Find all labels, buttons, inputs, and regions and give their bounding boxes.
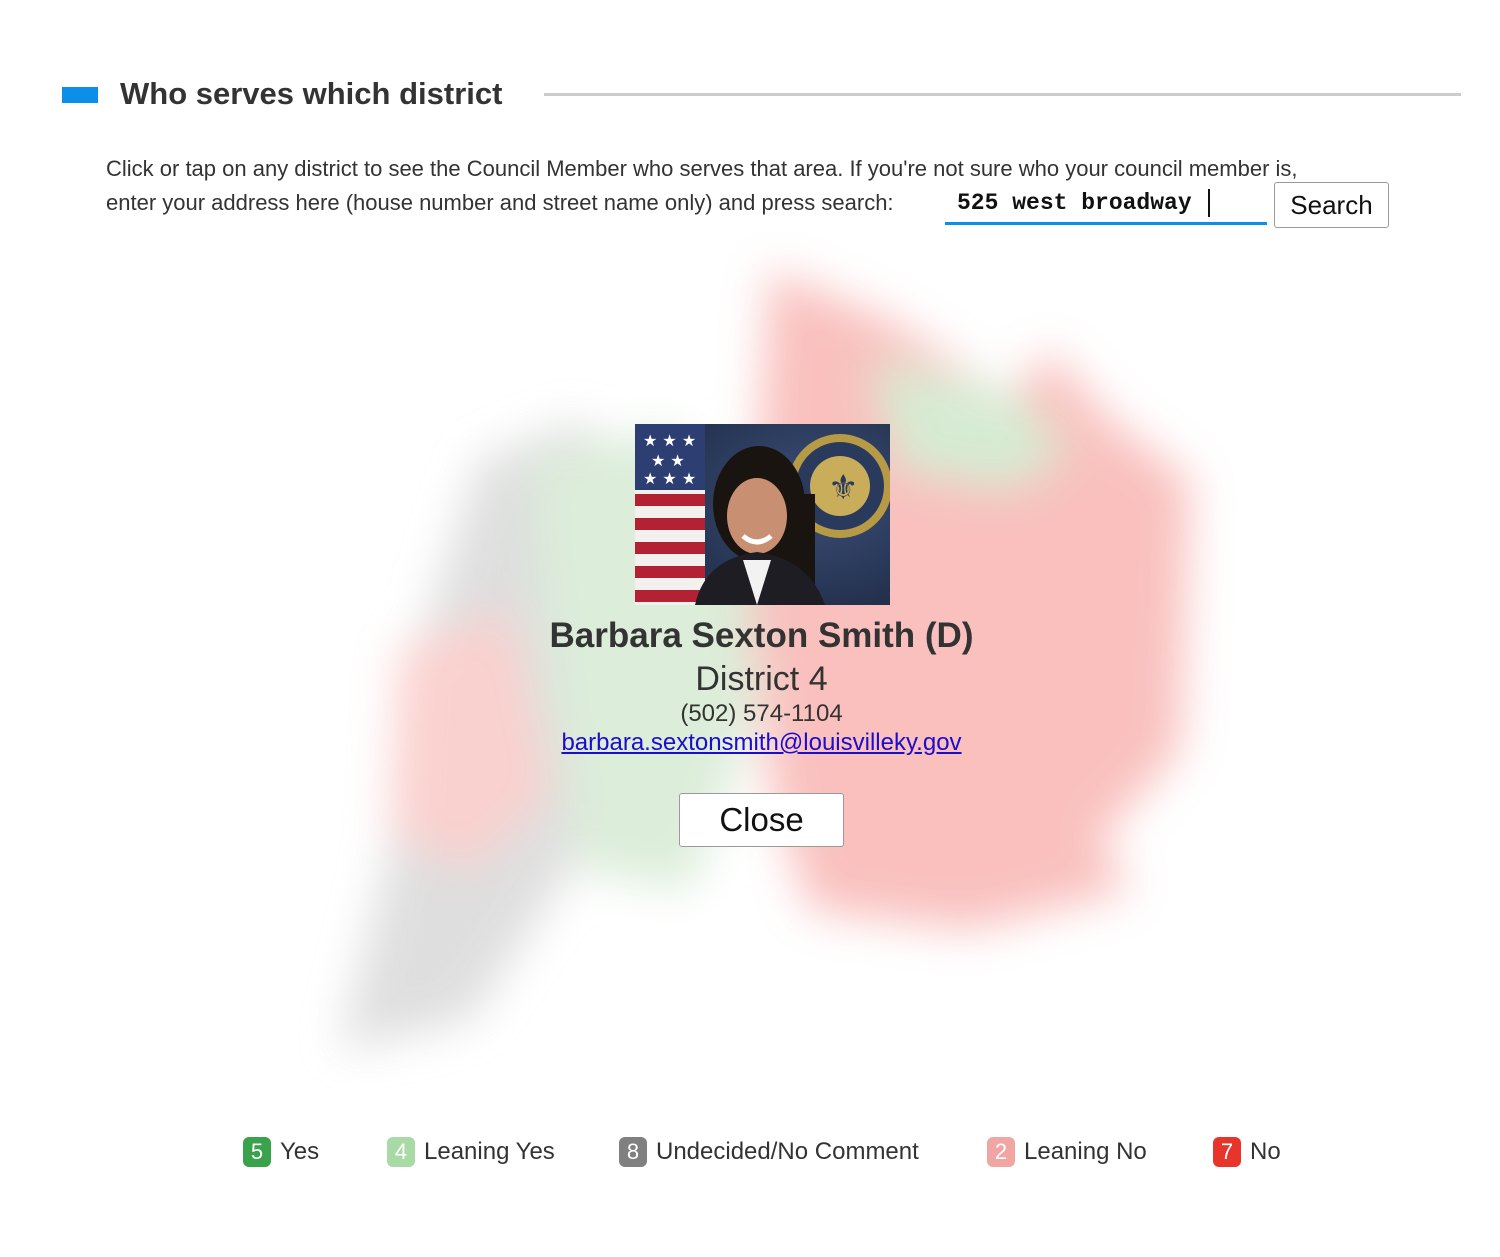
council-member-phone: (502) 574-1104 (680, 700, 843, 727)
legend-label: Leaning No (1024, 1138, 1147, 1165)
council-member-portrait: ★ ★ ★ ★ ★ ★ ★ ★ ⚜ (635, 424, 890, 605)
instructions-line-1: Click or tap on any district to see the … (106, 156, 1298, 181)
legend-label: Leaning Yes (424, 1138, 555, 1165)
legend-label: Undecided/No Comment (656, 1138, 919, 1165)
legend-count-badge: 2 (987, 1137, 1015, 1167)
section-header: Who serves which district (62, 72, 1462, 118)
legend-count-badge: 7 (1213, 1137, 1241, 1167)
council-member-name: Barbara Sexton Smith (D) (549, 616, 974, 655)
legend-count-badge: 4 (387, 1137, 415, 1167)
svg-text:★ ★: ★ ★ (651, 451, 685, 470)
vote-legend: 5 Yes 4 Leaning Yes 8 Undecided/No Comme… (0, 1136, 1500, 1168)
section-title: Who serves which district (120, 76, 503, 111)
flag-icon: ★ ★ ★ ★ ★ ★ ★ ★ (635, 424, 705, 605)
svg-text:★ ★ ★: ★ ★ ★ (643, 469, 696, 488)
council-member-email-link[interactable]: barbara.sextonsmith@louisvilleky.gov (500, 729, 1023, 757)
svg-text:★ ★ ★: ★ ★ ★ (643, 431, 696, 450)
svg-text:⚜: ⚜ (828, 468, 858, 508)
search-button[interactable]: Search (1274, 182, 1389, 228)
address-search-input[interactable] (945, 184, 1267, 225)
portrait-image: ★ ★ ★ ★ ★ ★ ★ ★ ⚜ (635, 424, 890, 605)
instructions-line-2: enter your address here (house number an… (106, 190, 894, 215)
header-accent-bar (62, 87, 98, 103)
legend-count-badge: 8 (619, 1137, 647, 1167)
legend-count-badge: 5 (243, 1137, 271, 1167)
header-divider (544, 93, 1461, 96)
council-member-district: District 4 (695, 660, 828, 698)
legend-label: No (1250, 1138, 1281, 1165)
legend-label: Yes (280, 1138, 320, 1165)
text-caret (1208, 189, 1210, 217)
close-popup-button[interactable]: Close (679, 793, 844, 847)
